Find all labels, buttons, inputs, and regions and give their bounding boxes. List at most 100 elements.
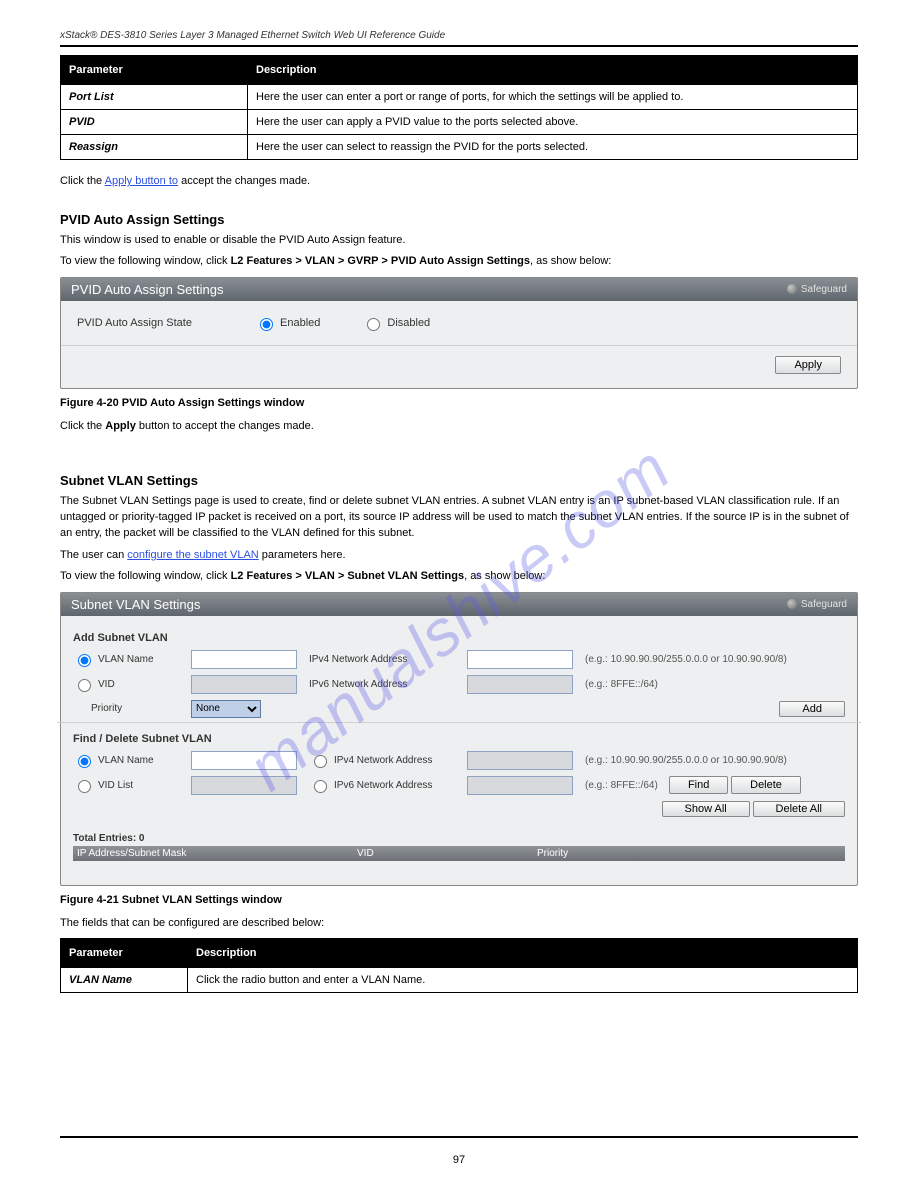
cell-desc: Here the user can enter a port or range … [248,85,858,110]
subnet-nav: To view the following window, click L2 F… [60,570,858,582]
fields-intro: The fields that can be configured are de… [60,916,858,932]
radio-ipv6-fd[interactable]: IPv6 Network Address [309,777,445,793]
add-button[interactable]: Add [779,701,845,717]
safeguard-badge: Safeguard [787,284,847,295]
table-row: PVID Here the user can apply a PVID valu… [61,110,858,135]
safeguard-badge: Safeguard [787,599,847,610]
delete-all-button[interactable]: Delete All [753,801,845,817]
pvid-nav: To view the following window, click L2 F… [60,255,858,267]
radio-vlan-name-fd-input[interactable] [78,755,91,768]
cell-param: PVID [61,110,248,135]
subnet-desc2: The user can configure the subnet VLAN p… [60,548,858,564]
radio-vlan-name-input[interactable] [78,654,91,667]
cell-desc: Click the radio button and enter a VLAN … [188,967,858,992]
col-priority: Priority [537,848,841,859]
radio-vid-list[interactable]: VID List [73,777,169,793]
apply-button[interactable]: Apply [775,356,841,374]
ipv6-label: IPv6 Network Address [309,679,459,690]
ipv4-input[interactable] [467,650,573,669]
apply-hint-1: Click the Apply button to accept the cha… [60,174,858,190]
ipv6-fd-input[interactable] [467,776,573,795]
radio-ipv6-fd-input[interactable] [314,780,327,793]
apply-link[interactable]: Apply button to [105,175,178,187]
ipv4-fd-hint: (e.g.: 10.90.90.90/255.0.0.0 or 10.90.90… [585,755,845,766]
radio-vid-list-input[interactable] [78,780,91,793]
delete-button[interactable]: Delete [731,776,801,794]
radio-enabled[interactable]: Enabled [255,315,320,331]
param-table-2: Parameter Description VLAN Name Click th… [60,938,858,993]
show-all-button[interactable]: Show All [662,801,750,817]
cell-param: Port List [61,85,248,110]
vlan-name-fd-input[interactable] [191,751,297,770]
pvid-state-row: PVID Auto Assign State Enabled Disabled [77,315,841,331]
radio-disabled[interactable]: Disabled [362,315,430,331]
radio-vid[interactable]: VID [73,676,169,692]
cell-param: Reassign [61,135,248,160]
pvid-state-label: PVID Auto Assign State [77,317,227,329]
ipv4-hint: (e.g.: 10.90.90.90/255.0.0.0 or 10.90.90… [585,654,845,665]
fd-subnet-grid: VLAN Name IPv4 Network Address (e.g.: 10… [73,751,845,817]
param-table-1: Parameter Description Port List Here the… [60,55,858,160]
subnet-panel-title-text: Subnet VLAN Settings [71,597,200,612]
subnet-panel-title: Subnet VLAN Settings Safeguard [61,593,857,616]
subnet-panel-body: Add Subnet VLAN VLAN Name IPv4 Network A… [61,616,857,885]
apply-row: Apply [77,356,841,374]
radio-ipv4-fd[interactable]: IPv4 Network Address [309,752,445,768]
priority-select[interactable]: None [191,700,261,718]
top-rule [60,45,858,47]
fig-pvid: Figure 4-20 PVID Auto Assign Settings wi… [60,397,858,409]
radio-enabled-input[interactable] [260,318,273,331]
pvid-panel: PVID Auto Assign Settings Safeguard PVID… [60,277,858,389]
section-pvid-title: PVID Auto Assign Settings [60,212,858,227]
radio-ipv4-fd-input[interactable] [314,755,327,768]
th-desc: Description [248,56,858,85]
vid-input[interactable] [191,675,297,694]
subnet-sep [57,722,861,723]
ipv6-input[interactable] [467,675,573,694]
col-ip: IP Address/Subnet Mask [77,848,357,859]
pvid-sep [61,345,857,346]
subnet-panel: Subnet VLAN Settings Safeguard Add Subne… [60,592,858,886]
vid-list-input[interactable] [191,776,297,795]
footer-rule [60,1136,858,1138]
ipv6-hint: (e.g.: 8FFE::/64) [585,679,845,690]
pvid-panel-body: PVID Auto Assign State Enabled Disabled … [61,301,857,388]
col-vid: VID [357,848,537,859]
table-row: Reassign Here the user can select to rea… [61,135,858,160]
th-param: Parameter [61,56,248,85]
add-subnet-title: Add Subnet VLAN [73,632,845,644]
page: manualshive.com xStack® DES-3810 Series … [0,0,918,1188]
data-header: IP Address/Subnet Mask VID Priority [73,846,845,861]
section-subnet-title: Subnet VLAN Settings [60,473,858,488]
ipv4-label: IPv4 Network Address [309,654,459,665]
pvid-panel-title: PVID Auto Assign Settings Safeguard [61,278,857,301]
apply-hint-2: Click the Apply button to accept the cha… [60,419,858,435]
priority-label: Priority [73,703,183,714]
subnet-desc: The Subnet VLAN Settings page is used to… [60,494,858,542]
table-row: VLAN Name Click the radio button and ent… [61,967,858,992]
ipv4-fd-input[interactable] [467,751,573,770]
radio-vid-input[interactable] [78,679,91,692]
cell-desc: Here the user can select to reassign the… [248,135,858,160]
radio-disabled-input[interactable] [367,318,380,331]
doc-header: xStack® DES-3810 Series Layer 3 Managed … [60,30,858,41]
add-subnet-grid: VLAN Name IPv4 Network Address (e.g.: 10… [73,650,845,718]
cell-param: VLAN Name [61,967,188,992]
fd-subnet-title: Find / Delete Subnet VLAN [73,733,845,745]
fig-subnet: Figure 4-21 Subnet VLAN Settings window [60,894,858,906]
radio-vlan-name[interactable]: VLAN Name [73,651,169,667]
ipv6-fd-hint: (e.g.: 8FFE::/64) [585,780,658,791]
th-desc: Description [188,938,858,967]
th-param: Parameter [61,938,188,967]
total-entries: Total Entries: 0 [73,833,845,844]
configure-subnet-link[interactable]: configure the subnet VLAN [127,549,258,561]
radio-vlan-name-fd[interactable]: VLAN Name [73,752,169,768]
vlan-name-input[interactable] [191,650,297,669]
safeguard-icon [787,599,797,609]
safeguard-icon [787,284,797,294]
pvid-desc: This window is used to enable or disable… [60,233,858,249]
pvid-panel-title-text: PVID Auto Assign Settings [71,282,223,297]
find-button[interactable]: Find [669,776,728,794]
table-row: Port List Here the user can enter a port… [61,85,858,110]
page-number: 97 [0,1154,918,1166]
